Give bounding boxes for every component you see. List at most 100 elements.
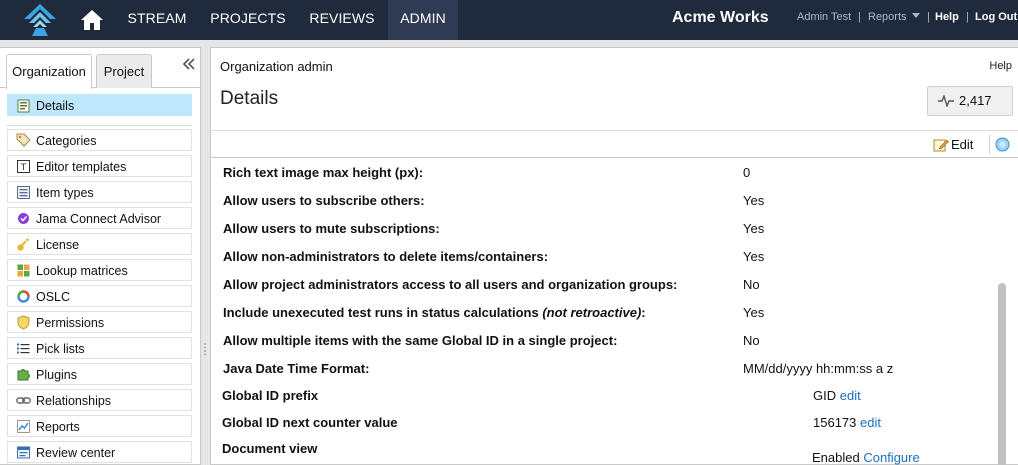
user-menu[interactable]: Admin Test bbox=[797, 11, 851, 23]
sidebar-item-label: Details bbox=[36, 99, 75, 113]
logout-link[interactable]: Log Out bbox=[975, 11, 1017, 23]
reports-label: Reports bbox=[868, 11, 907, 23]
tab-organization[interactable]: Organization bbox=[6, 54, 92, 89]
nav-projects[interactable]: PROJECTS bbox=[202, 0, 294, 40]
nav-stream[interactable]: STREAM bbox=[118, 0, 196, 40]
setting-label: Allow users to subscribe others: bbox=[223, 193, 425, 208]
app-logo-icon[interactable] bbox=[22, 3, 58, 37]
activity-pulse-icon bbox=[938, 95, 954, 107]
breadcrumb: Organization admin bbox=[220, 59, 333, 74]
sidebar-item-label: Plugins bbox=[36, 368, 77, 382]
org-brand: Acme Works bbox=[672, 9, 769, 26]
sidebar-item-label: Jama Connect Advisor bbox=[36, 212, 162, 226]
setting-value: No bbox=[743, 333, 760, 348]
setting-value: Yes bbox=[743, 221, 765, 236]
setting-label: Allow users to mute subscriptions: bbox=[223, 221, 440, 236]
sidebar-item-label: Reports bbox=[36, 420, 80, 434]
setting-value: GID edit bbox=[813, 388, 861, 403]
details-list: Rich text image max height (px): 0 Allow… bbox=[211, 159, 1018, 465]
setting-note: (not retroactive) bbox=[542, 305, 642, 320]
panel-resize-handle[interactable] bbox=[203, 342, 207, 356]
setting-label: Include unexecuted test runs in status c… bbox=[223, 305, 646, 320]
setting-label: Document view bbox=[222, 441, 318, 456]
nav-separator: | bbox=[858, 11, 861, 23]
list-icon bbox=[17, 343, 30, 354]
edit-global-id-counter-link[interactable]: edit bbox=[860, 415, 881, 430]
collapse-sidebar-icon[interactable] bbox=[182, 56, 196, 72]
setting-label: Allow multiple items with the same Globa… bbox=[223, 333, 618, 348]
setting-value: MM/dd/yyyy hh:mm:ss a z bbox=[743, 361, 894, 376]
sidebar-item-plugins[interactable]: Plugins bbox=[7, 363, 192, 385]
setting-value: Yes bbox=[743, 193, 765, 208]
matrix-icon bbox=[17, 264, 30, 277]
home-icon[interactable] bbox=[80, 9, 104, 31]
details-panel: Organization admin Help Details 2,417 Ed… bbox=[210, 47, 1018, 465]
details-icon bbox=[17, 99, 30, 113]
link-icon bbox=[16, 397, 31, 404]
configure-document-view-link[interactable]: Configure bbox=[863, 450, 919, 465]
sidebar-item-label: Categories bbox=[36, 134, 97, 148]
edit-global-id-prefix-link[interactable]: edit bbox=[840, 388, 861, 403]
advisor-badge-icon bbox=[18, 213, 29, 224]
edit-label: Edit bbox=[951, 137, 974, 152]
sidebar-item-pick-lists[interactable]: Pick lists bbox=[7, 337, 192, 359]
nav-reviews[interactable]: REVIEWS bbox=[300, 0, 384, 40]
setting-label: Rich text image max height (px): bbox=[223, 165, 424, 180]
toolbar-divider bbox=[989, 135, 990, 154]
setting-value: No bbox=[743, 277, 760, 292]
sidebar-item-label: Permissions bbox=[36, 316, 105, 330]
tag-icon bbox=[16, 133, 31, 147]
setting-label: Allow non-administrators to delete items… bbox=[223, 249, 549, 264]
sidebar-item-reports[interactable]: Reports bbox=[7, 415, 192, 437]
sidebar-divider bbox=[7, 125, 192, 126]
sidebar-item-oslc[interactable]: OSLC bbox=[7, 285, 192, 307]
key-icon bbox=[17, 239, 29, 251]
sidebar-item-label: Lookup matrices bbox=[36, 264, 128, 278]
chart-icon bbox=[17, 420, 30, 433]
sidebar-item-lookup-matrices[interactable]: Lookup matrices bbox=[7, 259, 192, 281]
setting-label-text: Include unexecuted test runs in status c… bbox=[223, 305, 543, 320]
sidebar-item-label: Pick lists bbox=[36, 342, 85, 356]
sidebar-item-label: Relationships bbox=[36, 394, 112, 408]
sidebar-item-relationships[interactable]: Relationships bbox=[7, 389, 192, 411]
sidebar-item-item-types[interactable]: Item types bbox=[7, 181, 192, 203]
edit-icon bbox=[933, 139, 949, 152]
page-title: Details bbox=[220, 88, 279, 109]
setting-value: Enabled Configure bbox=[812, 450, 920, 465]
setting-label: Global ID next counter value bbox=[222, 415, 398, 430]
reports-menu[interactable]: Reports bbox=[868, 11, 920, 23]
oslc-ring-icon bbox=[17, 290, 30, 303]
sidebar-item-categories[interactable]: Categories bbox=[7, 129, 192, 151]
info-icon[interactable] bbox=[995, 137, 1010, 152]
template-icon: T bbox=[17, 160, 30, 173]
sidebar-item-label: License bbox=[36, 238, 80, 252]
help-link[interactable]: Help bbox=[935, 11, 959, 23]
sidebar-item-label: Editor templates bbox=[36, 160, 127, 174]
sidebar-item-details[interactable]: Details bbox=[7, 94, 192, 116]
sidebar-item-permissions[interactable]: Permissions bbox=[7, 311, 192, 333]
chevron-down-icon bbox=[911, 13, 920, 18]
sidebar-item-license[interactable]: License bbox=[7, 233, 192, 255]
tab-project[interactable]: Project bbox=[96, 54, 152, 88]
review-icon bbox=[17, 446, 30, 459]
sidebar-item-review-center[interactable]: Review center bbox=[7, 441, 192, 463]
admin-sidebar: Organization Project Details Categories … bbox=[0, 47, 201, 465]
sidebar-item-advisor[interactable]: Jama Connect Advisor bbox=[7, 207, 192, 229]
svg-text:T: T bbox=[20, 163, 27, 173]
nav-admin[interactable]: ADMIN bbox=[388, 0, 458, 40]
setting-label: Java Date Time Format: bbox=[223, 361, 370, 376]
setting-value-text: 156173 bbox=[813, 415, 857, 430]
sidebar-item-editor-templates[interactable]: T Editor templates bbox=[7, 155, 192, 177]
activity-counter-button[interactable]: 2,417 bbox=[927, 86, 1013, 116]
top-nav: STREAM PROJECTS REVIEWS ADMIN Acme Works… bbox=[0, 0, 1018, 40]
scrollbar-thumb[interactable] bbox=[998, 283, 1006, 465]
activity-count: 2,417 bbox=[959, 93, 992, 108]
setting-value-text: Enabled bbox=[812, 450, 860, 465]
edit-button[interactable]: Edit bbox=[933, 136, 973, 154]
setting-value: Yes bbox=[743, 305, 765, 320]
setting-value-text: GID bbox=[813, 388, 837, 403]
help-link[interactable]: Help bbox=[989, 60, 1012, 72]
sidebar-item-label: OSLC bbox=[36, 290, 71, 304]
setting-value: 0 bbox=[743, 165, 751, 180]
sidebar-tabs: Organization Project bbox=[0, 48, 200, 89]
